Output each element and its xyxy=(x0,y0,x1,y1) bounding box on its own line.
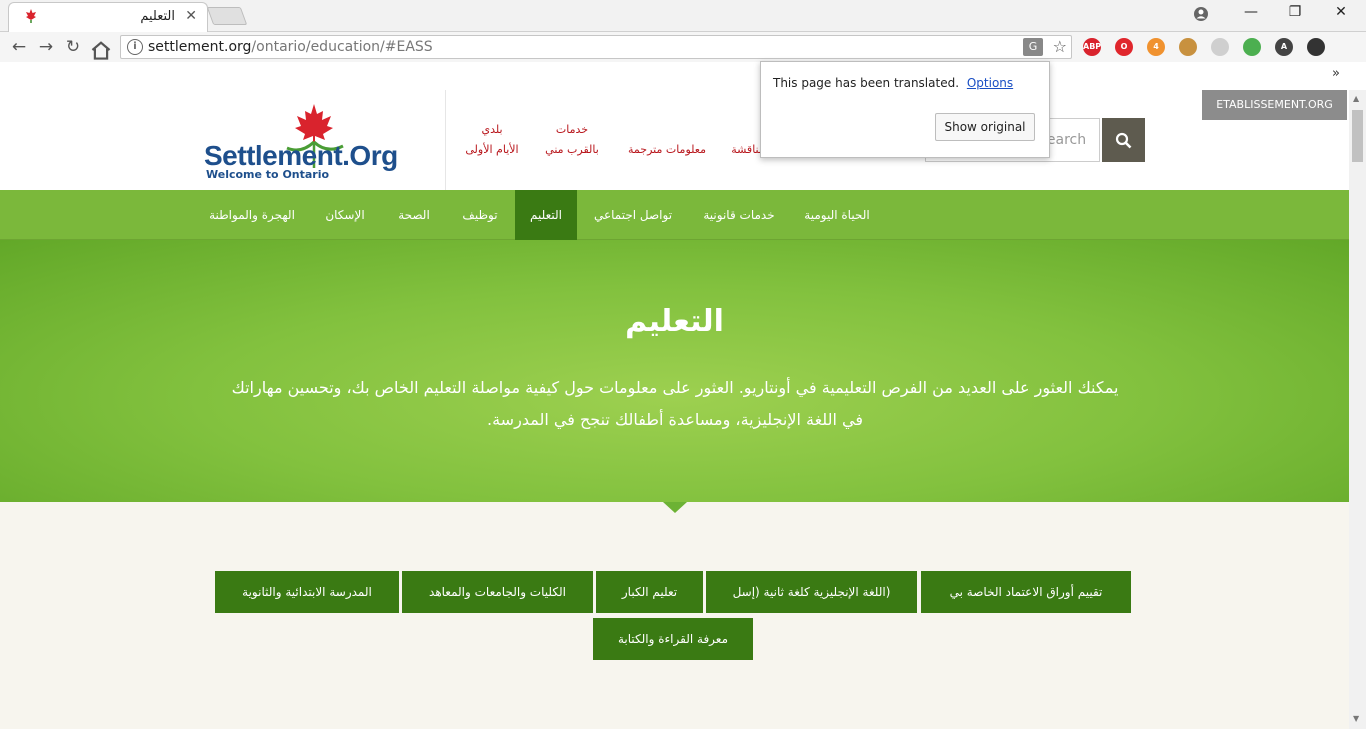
hero-banner: التعليم يمكنك العثور على العديد من الفرص… xyxy=(0,240,1349,502)
pdf-extension-icon[interactable] xyxy=(1211,38,1229,56)
options-link[interactable]: Options xyxy=(967,76,1013,90)
nav-item-education[interactable]: التعليم xyxy=(515,190,577,240)
search-button[interactable] xyxy=(1102,118,1145,162)
tab-strip: التعليم ✕ — ❐ ✕ xyxy=(0,0,1366,32)
etablissement-tab[interactable]: ETABLISSEMENT.ORG xyxy=(1202,90,1347,120)
forward-arrow-icon[interactable]: → xyxy=(35,36,57,58)
nav-item-social-networking[interactable]: تواصل اجتماعي xyxy=(585,190,681,240)
topic-button-esl[interactable]: (اللغة الإنجليزية كلغة ثانية (إسل xyxy=(706,571,917,613)
logo-tagline: Welcome to Ontario xyxy=(206,168,330,181)
home-icon[interactable] xyxy=(90,39,112,61)
bookmark-star-icon[interactable]: ☆ xyxy=(1053,37,1067,56)
topic-button-adult-education[interactable]: تعليم الكبار xyxy=(596,571,703,613)
scrollbar-thumb[interactable] xyxy=(1352,110,1363,162)
topics-section xyxy=(0,502,1349,729)
scroll-down-icon[interactable]: ▼ xyxy=(1353,714,1359,723)
url-text[interactable]: settlement.org/ontario/education/#EASS xyxy=(148,39,433,55)
header-link-my-first-days[interactable]: بلدي الأيام الأولى xyxy=(462,120,522,160)
show-original-button[interactable]: Show original xyxy=(935,113,1035,141)
browser-toolbar: ← → ↻ i settlement.org/ontario/education… xyxy=(0,32,1366,62)
site-logo[interactable]: Settlement.Org Welcome to Ontario xyxy=(204,102,398,181)
info-icon[interactable]: i xyxy=(127,39,143,55)
header-link-translated-info[interactable]: معلومات مترجمة xyxy=(624,140,710,160)
reload-icon[interactable]: ↻ xyxy=(62,36,84,58)
adblock-extension-icon[interactable]: ABP xyxy=(1083,38,1101,56)
nav-item-health[interactable]: الصحة xyxy=(386,190,442,240)
maximize-button[interactable]: ❐ xyxy=(1272,4,1318,20)
maple-leaf-favicon-icon xyxy=(26,9,36,23)
page-title: التعليم xyxy=(625,304,724,339)
scroll-up-icon[interactable]: ▲ xyxy=(1353,94,1359,103)
browser-tab[interactable]: التعليم ✕ xyxy=(8,2,208,32)
site-header: Settlement.Org Welcome to Ontario بلدي ال… xyxy=(0,90,1349,190)
new-tab-button[interactable] xyxy=(206,7,248,25)
topic-button-schools[interactable]: المدرسة الابتدائية والثانوية xyxy=(215,571,399,613)
close-window-button[interactable]: ✕ xyxy=(1318,4,1364,20)
translate-popup: This page has been translated. Options S… xyxy=(760,61,1050,158)
header-link-services-near-me[interactable]: خدمات بالقرب مني xyxy=(540,120,604,160)
page-scrollbar[interactable]: ▲ ▼ xyxy=(1349,90,1366,729)
bookmarks-overflow-icon[interactable]: » xyxy=(1332,66,1340,81)
translate-icon[interactable]: G xyxy=(1023,38,1043,56)
hero-pointer xyxy=(663,502,687,513)
page-content: Settlement.Org Welcome to Ontario بلدي ال… xyxy=(0,90,1349,729)
a-ext-extension-icon[interactable]: A xyxy=(1275,38,1293,56)
search-icon xyxy=(1115,132,1132,149)
cookie-extension-icon[interactable] xyxy=(1179,38,1197,56)
topic-button-colleges[interactable]: الكليات والجامعات والمعاهد xyxy=(402,571,593,613)
translate-message: This page has been translated. Options xyxy=(773,76,1014,90)
minimize-button[interactable]: — xyxy=(1228,4,1274,20)
topic-button-credentials[interactable]: تقييم أوراق الاعتماد الخاصة بي xyxy=(921,571,1131,613)
main-nav: الحياة اليومية خدمات قانونية تواصل اجتما… xyxy=(0,190,1349,240)
opera-extension-icon[interactable]: O xyxy=(1115,38,1133,56)
nav-item-immigration[interactable]: الهجرة والمواطنة xyxy=(200,190,304,240)
dark-extension-icon[interactable] xyxy=(1307,38,1325,56)
nav-item-legal-services[interactable]: خدمات قانونية xyxy=(695,190,783,240)
nav-item-housing[interactable]: الإسكان xyxy=(314,190,376,240)
nav-item-daily-life[interactable]: الحياة اليومية xyxy=(797,190,877,240)
tab-close-icon[interactable]: ✕ xyxy=(185,8,197,24)
profile-icon[interactable] xyxy=(1193,6,1209,22)
green-extension-icon[interactable] xyxy=(1243,38,1261,56)
address-bar[interactable]: i settlement.org/ontario/education/#EASS… xyxy=(120,35,1072,59)
topic-button-literacy[interactable]: معرفة القراءة والكتابة xyxy=(593,618,753,660)
back-arrow-icon[interactable]: ← xyxy=(8,36,30,58)
header-divider xyxy=(445,90,446,190)
tab-title: التعليم xyxy=(140,9,175,24)
todo-extension-icon[interactable]: 4 xyxy=(1147,38,1165,56)
page-description: يمكنك العثور على العديد من الفرص التعليم… xyxy=(231,378,1119,429)
nav-item-employment[interactable]: توظيف xyxy=(452,190,508,240)
